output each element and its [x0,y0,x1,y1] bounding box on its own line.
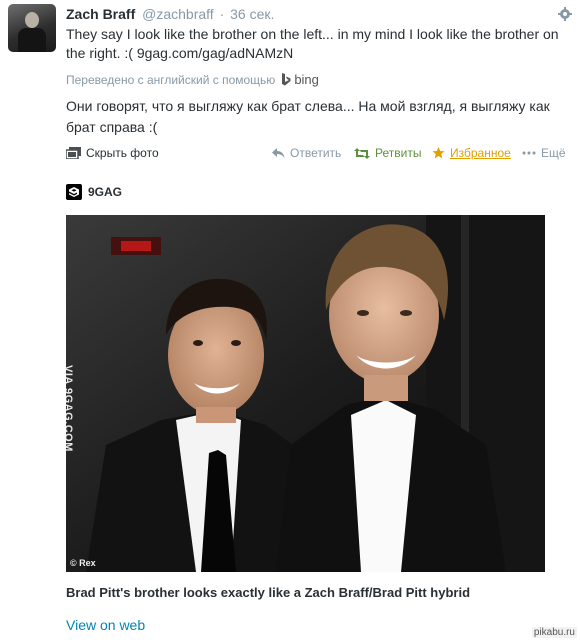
retweet-icon [354,147,370,159]
reply-button[interactable]: Ответить [272,146,341,160]
9gag-logo-icon [66,184,82,200]
separator-dot: · [219,6,225,22]
translation-text: Они говорят, что я выгляжу как брат слев… [66,98,550,135]
hide-photo-button[interactable]: Скрыть фото [66,146,159,160]
more-label: Ещё [541,146,566,160]
tweet-link[interactable]: 9gag.com/gag/adNAMzN [137,45,293,61]
view-on-web-link[interactable]: View on web [66,617,145,633]
tweet-text-line2: the right. :( 9gag.com/gag/adNAMzN [66,44,576,63]
tweet-header: Zach Braff @zachbraff · 36 сек. [66,6,572,24]
tweet-text-line1: They say I look like the brother on the … [66,26,559,42]
retweet-button[interactable]: Ретвиты [354,146,421,160]
photo-illustration [66,215,545,572]
tweet-time[interactable]: 36 сек. [230,6,274,22]
more-button[interactable]: Ещё [522,146,566,160]
retweet-label: Ретвиты [375,146,422,160]
translated-label: Переведено с английский с помощью [66,72,276,87]
reply-label: Ответить [290,146,342,160]
star-icon [432,147,445,159]
author-handle[interactable]: @zachbraff [142,6,214,22]
gear-icon[interactable] [558,7,572,21]
favorite-button[interactable]: Избранное [432,146,511,160]
card-caption[interactable]: Brad Pitt's brother looks exactly like a… [66,585,470,600]
reply-icon [272,147,285,158]
site-watermark: pikabu.ru [531,627,577,638]
bing-brand[interactable]: bing [281,72,319,87]
photo-credit: © Rex [70,558,96,568]
author-name[interactable]: Zach Braff [66,6,135,22]
photo-watermark: VIA 9GAG.COM [66,365,74,452]
avatar-body [18,28,46,52]
tweet-actions: Скрыть фото Ответить Ретвиты Избранное Е… [66,146,572,162]
tweet-text-line2-prefix: the right. :( [66,45,137,61]
card-source[interactable]: 9GAG [66,184,122,200]
photo-icon [66,147,81,159]
tweet-text: They say I look like the brother on the … [66,25,576,63]
ellipsis-icon [522,151,536,155]
card-source-name: 9GAG [88,185,123,199]
translated-by: Переведено с английский с помощью bing [66,72,319,87]
bing-icon [282,73,291,86]
card-photo[interactable]: VIA 9GAG.COM © Rex [66,215,545,572]
bing-label: bing [294,72,319,87]
avatar-head [25,12,39,28]
hide-photo-label: Скрыть фото [86,146,159,160]
avatar[interactable] [8,4,56,52]
favorite-label: Избранное [450,146,511,160]
